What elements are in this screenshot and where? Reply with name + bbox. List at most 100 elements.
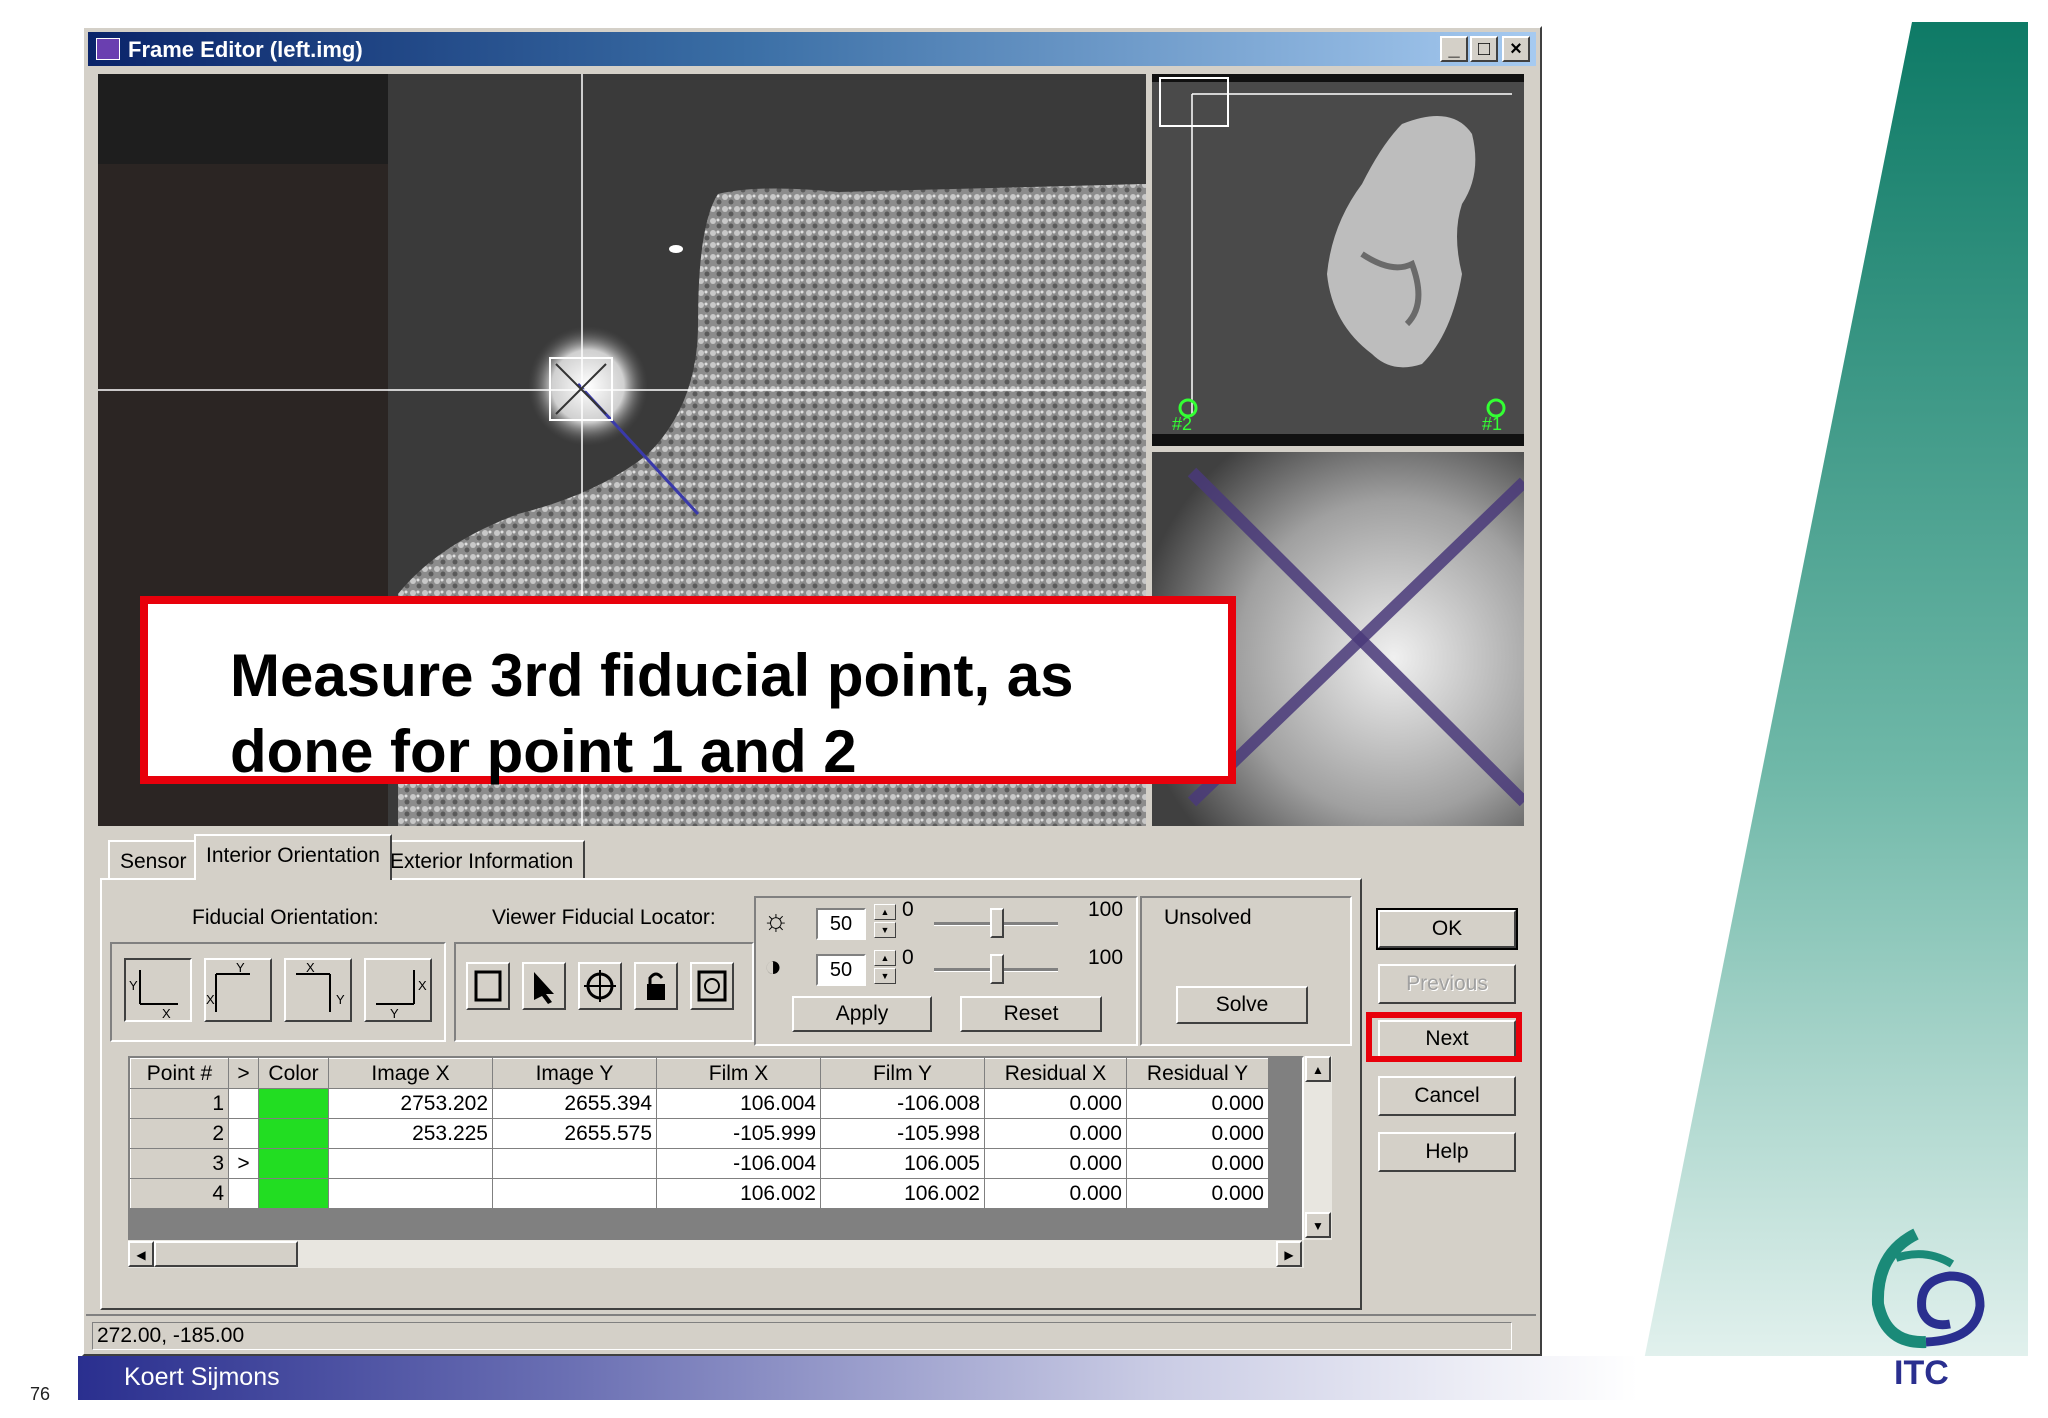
minimize-button[interactable]: _ <box>1440 36 1468 62</box>
overview-viewer[interactable]: #2 #1 <box>1152 74 1524 446</box>
table-row[interactable]: 2 253.225 2655.575 -105.999 -105.998 0.0… <box>130 1118 1269 1149</box>
close-button[interactable]: × <box>1502 36 1530 62</box>
title-bar[interactable]: Frame Editor (left.img) _ □ × <box>88 32 1536 66</box>
image-x-cell[interactable] <box>328 1148 493 1179</box>
contrast-down-button[interactable]: ▼ <box>874 968 896 984</box>
maximize-button[interactable]: □ <box>1470 36 1498 62</box>
col-point[interactable]: Point # <box>130 1058 229 1089</box>
residual-x-cell[interactable]: 0.000 <box>984 1178 1127 1209</box>
svg-text:X: X <box>162 1006 171 1020</box>
tab-exterior-information[interactable]: Exterior Information <box>378 840 586 880</box>
solve-button[interactable]: Solve <box>1176 986 1308 1024</box>
tab-interior-orientation[interactable]: Interior Orientation <box>194 834 392 880</box>
image-y-cell[interactable] <box>492 1148 657 1179</box>
image-y-cell[interactable]: 2655.394 <box>492 1088 657 1119</box>
orientation-option-2-button[interactable]: YX <box>204 958 272 1022</box>
orientation-option-1-button[interactable]: YX <box>124 958 192 1022</box>
image-y-cell[interactable] <box>492 1178 657 1209</box>
scroll-left-arrow-icon[interactable]: ◀ <box>128 1241 154 1267</box>
col-marker[interactable]: > <box>228 1058 259 1089</box>
current-marker[interactable] <box>228 1118 259 1149</box>
apply-button[interactable]: Apply <box>792 996 932 1032</box>
contrast-slider-thumb[interactable] <box>990 954 1004 984</box>
fiducial-locate-button[interactable] <box>578 962 622 1010</box>
current-marker[interactable] <box>228 1088 259 1119</box>
help-button[interactable]: Help <box>1378 1132 1516 1172</box>
brightness-down-button[interactable]: ▼ <box>874 922 896 938</box>
select-tool-button[interactable] <box>522 962 566 1010</box>
brightness-input[interactable]: 50 <box>816 908 866 940</box>
color-swatch[interactable] <box>258 1148 329 1179</box>
image-x-cell[interactable]: 253.225 <box>328 1118 493 1149</box>
current-marker[interactable] <box>228 1178 259 1209</box>
table-row[interactable]: 4 106.002 106.002 0.000 0.000 <box>130 1178 1269 1209</box>
contrast-up-button[interactable]: ▲ <box>874 950 896 966</box>
fiducial-points-table[interactable]: Point # > Color Image X Image Y Film X F… <box>128 1056 1304 1250</box>
brightness-min-label: 0 <box>902 898 914 921</box>
image-y-cell[interactable]: 2655.575 <box>492 1118 657 1149</box>
orientation-option-4-button[interactable]: XY <box>364 958 432 1022</box>
film-y-cell[interactable]: -106.008 <box>820 1088 985 1119</box>
contrast-icon: ◑ <box>764 950 783 983</box>
film-x-cell[interactable]: -106.004 <box>656 1148 821 1179</box>
residual-y-cell[interactable]: 0.000 <box>1126 1178 1269 1209</box>
residual-x-cell[interactable]: 0.000 <box>984 1088 1127 1119</box>
color-swatch[interactable] <box>258 1178 329 1209</box>
point-number[interactable]: 4 <box>130 1178 229 1209</box>
col-residual-x[interactable]: Residual X <box>984 1058 1127 1089</box>
overview-image <box>1152 74 1524 446</box>
frame-icon <box>474 970 502 1002</box>
fit-frame-button[interactable] <box>466 962 510 1010</box>
col-film-y[interactable]: Film Y <box>820 1058 985 1089</box>
reset-button[interactable]: Reset <box>960 996 1102 1032</box>
point-number[interactable]: 3 <box>130 1148 229 1179</box>
col-film-x[interactable]: Film X <box>656 1058 821 1089</box>
residual-y-cell[interactable]: 0.000 <box>1126 1088 1269 1119</box>
residual-y-cell[interactable]: 0.000 <box>1126 1148 1269 1179</box>
film-y-cell[interactable]: 106.002 <box>820 1178 985 1209</box>
point-number[interactable]: 1 <box>130 1088 229 1119</box>
lock-button[interactable] <box>634 962 678 1010</box>
color-swatch[interactable] <box>258 1088 329 1119</box>
image-x-cell[interactable]: 2753.202 <box>328 1088 493 1119</box>
col-image-x[interactable]: Image X <box>328 1058 493 1089</box>
col-residual-y[interactable]: Residual Y <box>1126 1058 1269 1089</box>
footer-bar <box>78 1356 2028 1400</box>
residual-y-cell[interactable]: 0.000 <box>1126 1118 1269 1149</box>
previous-button[interactable]: Previous <box>1378 964 1516 1004</box>
tab-sensor[interactable]: Sensor <box>108 840 199 880</box>
auto-locate-button[interactable] <box>690 962 734 1010</box>
film-x-cell[interactable]: -105.999 <box>656 1118 821 1149</box>
table-row[interactable]: 3 > -106.004 106.005 0.000 0.000 <box>130 1148 1269 1179</box>
scrollbar-thumb[interactable] <box>154 1241 298 1267</box>
point-number[interactable]: 2 <box>130 1118 229 1149</box>
table-row[interactable]: 1 2753.202 2655.394 106.004 -106.008 0.0… <box>130 1088 1269 1119</box>
image-x-cell[interactable] <box>328 1178 493 1209</box>
next-button-highlight <box>1366 1012 1522 1062</box>
film-y-cell[interactable]: -105.998 <box>820 1118 985 1149</box>
svg-text:Y: Y <box>236 960 245 975</box>
crosshair-icon <box>584 970 616 1002</box>
status-bar: 272.00, -185.00 <box>86 1314 1536 1350</box>
col-image-y[interactable]: Image Y <box>492 1058 657 1089</box>
film-x-cell[interactable]: 106.004 <box>656 1088 821 1119</box>
cancel-button[interactable]: Cancel <box>1378 1076 1516 1116</box>
color-swatch[interactable] <box>258 1118 329 1149</box>
residual-x-cell[interactable]: 0.000 <box>984 1118 1127 1149</box>
table-horizontal-scrollbar[interactable]: ◀ ▶ <box>128 1240 1304 1268</box>
contrast-input[interactable]: 50 <box>816 954 866 986</box>
ok-button[interactable]: OK <box>1376 908 1518 950</box>
scroll-down-arrow-icon[interactable]: ▼ <box>1305 1212 1331 1238</box>
current-marker[interactable]: > <box>228 1148 259 1179</box>
brightness-up-button[interactable]: ▲ <box>874 904 896 920</box>
scroll-right-arrow-icon[interactable]: ▶ <box>1276 1241 1302 1267</box>
brightness-slider-thumb[interactable] <box>990 908 1004 938</box>
scroll-up-arrow-icon[interactable]: ▲ <box>1305 1056 1331 1082</box>
callout-text: Measure 3rd fiducial point, as done for … <box>230 642 1074 785</box>
film-x-cell[interactable]: 106.002 <box>656 1178 821 1209</box>
table-vertical-scrollbar[interactable]: ▲ ▼ <box>1304 1056 1332 1240</box>
orientation-option-3-button[interactable]: XY <box>284 958 352 1022</box>
film-y-cell[interactable]: 106.005 <box>820 1148 985 1179</box>
col-color[interactable]: Color <box>258 1058 329 1089</box>
residual-x-cell[interactable]: 0.000 <box>984 1148 1127 1179</box>
